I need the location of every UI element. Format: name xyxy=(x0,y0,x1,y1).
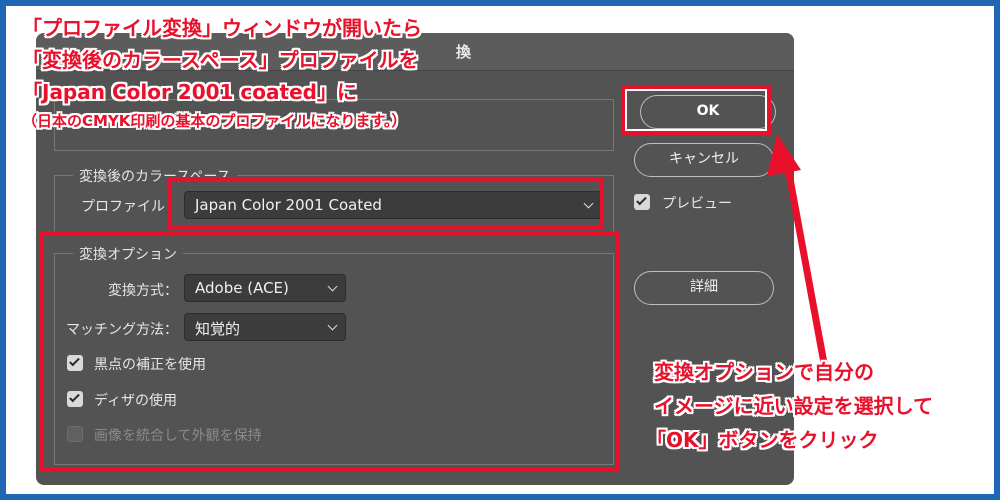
annotation-top-line4: （日本のCMYK印刷の基本のプロファイルになります。） xyxy=(22,112,407,130)
content-frame: 換 変換後のカラースペース プロファイル Japan Color 2001 Co… xyxy=(6,6,994,494)
annotation-top-line2: 「変換後のカラースペース」プロファイルを xyxy=(22,48,419,72)
annotation-bottom-line3: 「OK」ボタンをクリック xyxy=(646,428,879,452)
annotation-top-line3: 「Japan Color 2001 coated」に xyxy=(22,80,357,104)
annotation-bottom-line1: 変換オプションで自分の xyxy=(654,360,874,384)
preview-checkbox[interactable] xyxy=(634,194,650,210)
cancel-button[interactable]: キャンセル xyxy=(634,143,774,177)
dialog-title: 換 xyxy=(456,43,472,61)
annotation-bottom-line2: イメージに近い設定を選択して xyxy=(654,394,933,418)
preview-label: プレビュー xyxy=(662,196,732,212)
highlight-ok-button xyxy=(621,85,771,135)
checkmark-icon xyxy=(636,194,647,206)
highlight-conversion-options xyxy=(40,231,620,471)
profile-label: プロファイル xyxy=(81,199,165,215)
highlight-profile-row xyxy=(168,177,604,229)
annotation-top-line1: 「プロファイル変換」ウィンドウが開いたら xyxy=(22,16,422,40)
advanced-button[interactable]: 詳細 xyxy=(634,271,774,305)
